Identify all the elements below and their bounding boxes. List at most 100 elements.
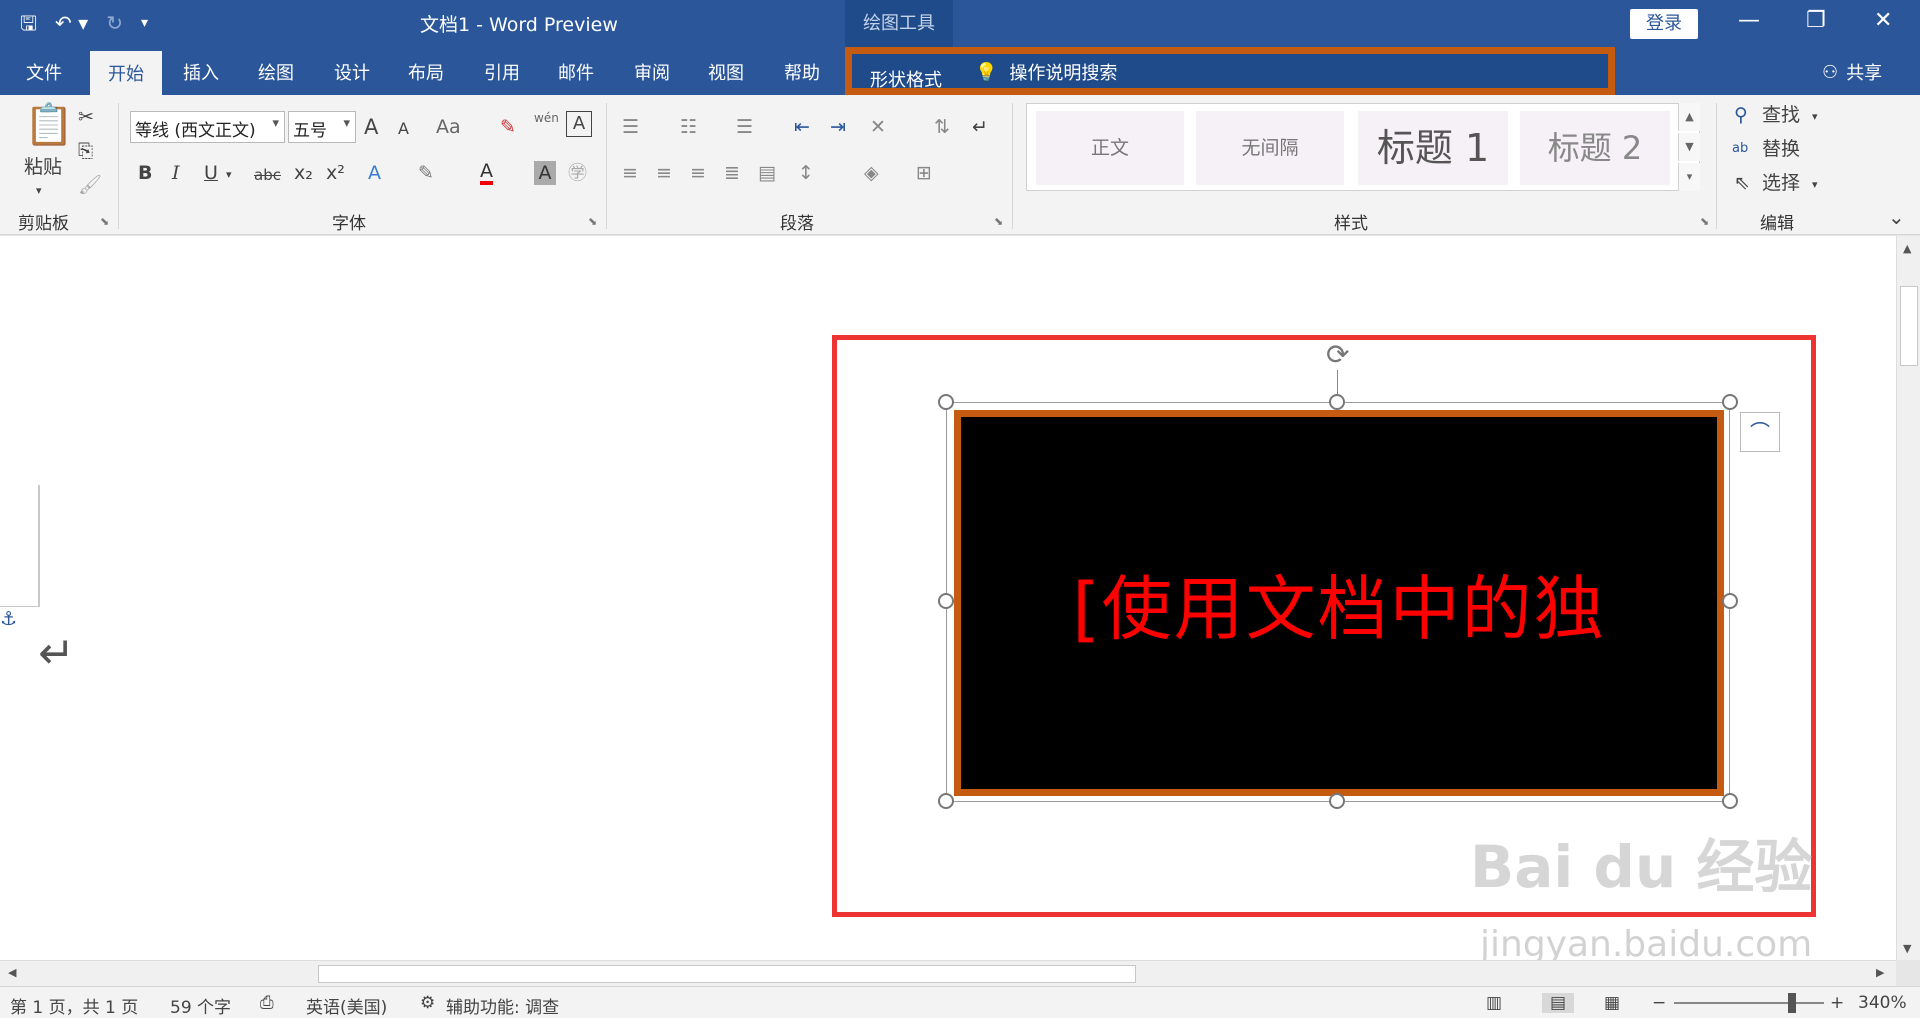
character-shading-button[interactable]: A — [534, 161, 556, 185]
styles-more-icon[interactable]: ▾ — [1678, 163, 1700, 191]
select-button[interactable]: 选择 — [1762, 171, 1800, 195]
cut-icon[interactable]: ✂ — [78, 105, 94, 129]
scroll-left-icon[interactable]: ◀ — [8, 966, 16, 979]
tab-draw[interactable]: 绘图 — [258, 59, 294, 85]
horizontal-scrollbar[interactable]: ◀ ▶ — [0, 960, 1896, 986]
word-count[interactable]: 59 个字 — [170, 993, 231, 1018]
styles-scroll-up-icon[interactable]: ▲ — [1678, 103, 1700, 131]
phonetic-guide-icon[interactable]: wén — [534, 111, 559, 125]
align-left-icon[interactable]: ≡ — [622, 161, 638, 185]
tell-me-search[interactable]: 💡 操作说明搜索 — [975, 59, 1117, 85]
strikethrough-button[interactable]: abc — [254, 163, 281, 187]
paragraph-launcher-icon[interactable]: ⬊ — [994, 215, 1003, 228]
multilevel-list-icon[interactable]: ☰ — [736, 115, 753, 139]
line-spacing-icon[interactable]: ↕ — [798, 161, 814, 185]
save-icon[interactable]: 🖫 — [20, 8, 37, 38]
underline-dropdown-icon[interactable]: ▾ — [226, 163, 232, 187]
zoom-slider-thumb[interactable] — [1788, 993, 1796, 1013]
anchor-icon[interactable]: ⚓ — [0, 608, 17, 630]
grow-font-icon[interactable]: A — [364, 115, 378, 139]
style-heading-1[interactable]: 标题 1 — [1358, 111, 1508, 185]
login-button[interactable]: 登录 — [1630, 9, 1698, 39]
align-center-icon[interactable]: ≡ — [656, 161, 672, 185]
clear-formatting-icon[interactable]: ✎ — [500, 115, 516, 139]
enclose-characters-icon[interactable]: ㊫ — [568, 161, 587, 185]
resize-handle-right[interactable] — [1722, 593, 1738, 609]
vertical-scroll-thumb[interactable] — [1900, 286, 1918, 366]
read-mode-icon[interactable]: ▥ — [1486, 993, 1502, 1013]
tab-help[interactable]: 帮助 — [784, 59, 820, 85]
tab-mailings[interactable]: 邮件 — [558, 59, 594, 85]
subscript-button[interactable]: x₂ — [294, 161, 313, 185]
tab-layout[interactable]: 布局 — [408, 59, 444, 85]
resize-handle-left[interactable] — [938, 593, 954, 609]
scroll-up-icon[interactable]: ▲ — [1903, 242, 1911, 255]
resize-handle-top-left[interactable] — [938, 394, 954, 410]
font-launcher-icon[interactable]: ⬊ — [588, 215, 597, 228]
tab-file[interactable]: 文件 — [26, 59, 62, 85]
find-icon[interactable]: ⚲ — [1734, 103, 1748, 127]
tab-home[interactable]: 开始 — [90, 51, 162, 95]
tab-insert[interactable]: 插入 — [183, 59, 219, 85]
zoom-level[interactable]: 340% — [1858, 993, 1907, 1013]
shading-icon[interactable]: ◈ — [864, 161, 879, 185]
replace-button[interactable]: 替换 — [1762, 137, 1800, 161]
justify-icon[interactable]: ≣ — [724, 161, 740, 185]
close-icon[interactable]: ✕ — [1874, 8, 1892, 33]
styles-launcher-icon[interactable]: ⬊ — [1700, 215, 1709, 228]
style-no-spacing[interactable]: 无间隔 — [1196, 111, 1344, 185]
italic-button[interactable]: I — [172, 161, 180, 185]
replace-icon[interactable]: ab — [1732, 137, 1748, 161]
collapse-ribbon-icon[interactable]: ⌄ — [1888, 205, 1905, 229]
font-size-combo[interactable]: 五号 — [288, 111, 356, 143]
resize-handle-bottom[interactable] — [1329, 793, 1345, 809]
tab-references[interactable]: 引用 — [484, 59, 520, 85]
style-heading-2[interactable]: 标题 2 — [1520, 111, 1670, 185]
character-border-icon[interactable]: A — [566, 111, 592, 137]
proofing-icon[interactable]: ⎙ — [260, 993, 274, 1013]
paste-dropdown-icon[interactable]: ▾ — [36, 179, 42, 203]
zoom-in-icon[interactable]: + — [1830, 993, 1844, 1013]
tab-review[interactable]: 审阅 — [634, 59, 670, 85]
zoom-slider-track[interactable] — [1674, 1002, 1824, 1004]
rotate-handle-icon[interactable]: ⟳ — [1326, 338, 1349, 371]
format-painter-icon[interactable]: 🖌 — [78, 173, 102, 197]
resize-handle-bottom-left[interactable] — [938, 793, 954, 809]
shape-text[interactable]: [使用文档中的独 — [961, 417, 1717, 789]
select-dropdown-icon[interactable]: ▾ — [1812, 173, 1818, 197]
style-normal[interactable]: 正文 — [1036, 111, 1184, 185]
scroll-right-icon[interactable]: ▶ — [1876, 966, 1884, 979]
zoom-out-icon[interactable]: − — [1652, 993, 1666, 1013]
restore-icon[interactable]: ❐ — [1806, 8, 1826, 33]
accessibility-icon[interactable]: ⚙ — [420, 993, 435, 1013]
paste-label[interactable]: 粘贴 — [24, 155, 62, 179]
share-button[interactable]: ⚇ 共享 — [1822, 59, 1882, 85]
font-name-combo[interactable]: 等线 (西文正文) — [130, 111, 285, 143]
borders-icon[interactable]: ⊞ — [916, 161, 932, 185]
language-indicator[interactable]: 英语(美国) — [306, 993, 387, 1018]
page-count[interactable]: 第 1 页，共 1 页 — [10, 993, 138, 1018]
underline-button[interactable]: U — [204, 161, 218, 185]
print-layout-icon[interactable]: ▤ — [1542, 993, 1575, 1013]
rectangle-shape[interactable]: [使用文档中的独 — [954, 410, 1724, 796]
highlight-icon[interactable]: ✎ — [418, 161, 434, 185]
superscript-button[interactable]: x² — [326, 161, 345, 185]
bold-button[interactable]: B — [138, 161, 152, 185]
distributed-icon[interactable]: ▤ — [758, 161, 776, 185]
resize-handle-top-right[interactable] — [1722, 394, 1738, 410]
web-layout-icon[interactable]: ▦ — [1604, 993, 1620, 1013]
text-effects-icon[interactable]: A — [368, 161, 381, 185]
accessibility-status[interactable]: 辅助功能: 调查 — [446, 993, 559, 1018]
layout-options-icon[interactable]: ⌒ — [1740, 412, 1780, 452]
clipboard-launcher-icon[interactable]: ⬊ — [100, 215, 109, 228]
font-color-button[interactable]: A — [480, 161, 493, 185]
find-dropdown-icon[interactable]: ▾ — [1812, 105, 1818, 129]
customize-qat-icon[interactable]: ▾ — [141, 8, 148, 38]
numbering-icon[interactable]: ☷ — [680, 115, 697, 139]
tab-shape-format[interactable]: 形状格式 — [845, 47, 1615, 95]
bullets-icon[interactable]: ☰ — [622, 115, 639, 139]
align-right-icon[interactable]: ≡ — [690, 161, 706, 185]
scroll-down-icon[interactable]: ▼ — [1903, 942, 1911, 955]
tab-design[interactable]: 设计 — [334, 59, 370, 85]
sort-icon[interactable]: ⇅ — [934, 115, 950, 139]
